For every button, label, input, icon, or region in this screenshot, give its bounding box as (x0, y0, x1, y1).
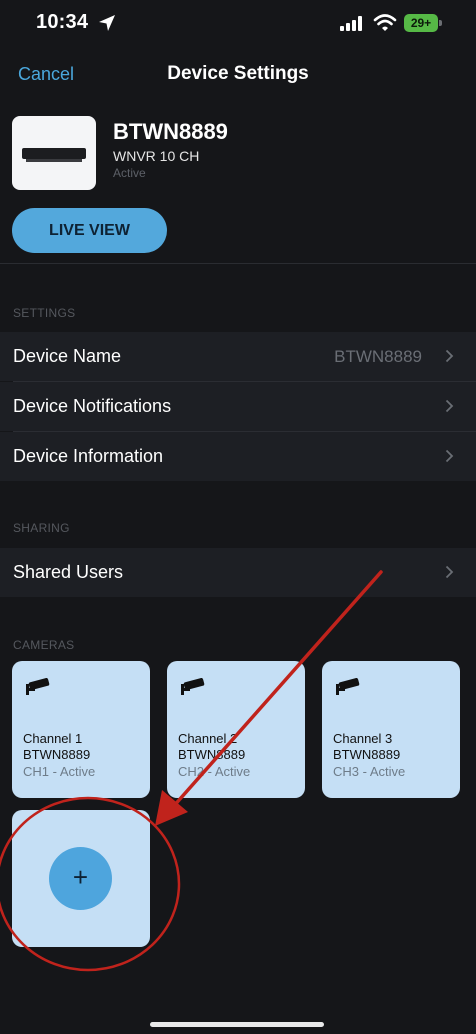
row-value: BTWN8889 (334, 347, 422, 366)
chevron-right-icon (445, 349, 454, 363)
battery-indicator: 29+ (404, 14, 442, 32)
device-name: BTWN8889 (113, 119, 228, 144)
home-indicator (150, 1022, 324, 1027)
camera-card-channel-3[interactable]: Channel 3 BTWN8889 CH3 - Active (322, 661, 460, 798)
divider (0, 263, 476, 264)
camera-device-name: BTWN8889 (23, 747, 91, 762)
cameras-section-header: CAMERAS (13, 638, 75, 652)
device-notifications-row[interactable]: Device Notifications (0, 382, 476, 431)
row-label: Shared Users (13, 562, 124, 582)
row-label: Device Notifications (13, 396, 172, 416)
camera-status: CH2 - Active (178, 764, 251, 779)
chevron-right-icon (445, 449, 454, 463)
settings-section-header: SETTINGS (13, 306, 76, 320)
camera-status: CH3 - Active (333, 764, 406, 779)
shared-users-row[interactable]: Shared Users (0, 548, 476, 597)
cellular-signal-icon (340, 16, 362, 31)
camera-card-channel-2[interactable]: Channel 2 BTWN8889 CH2 - Active (167, 661, 305, 798)
device-thumbnail (12, 116, 96, 190)
device-name-row[interactable]: Device Name BTWN8889 (0, 332, 476, 381)
cancel-button[interactable]: Cancel (18, 64, 74, 85)
nvr-device-image (22, 148, 86, 162)
camera-channel-name: Channel 3 (333, 731, 393, 746)
chevron-right-icon (445, 399, 454, 413)
camera-device-name: BTWN8889 (333, 747, 401, 762)
chevron-right-icon (445, 565, 454, 579)
camera-channel-name: Channel 2 (178, 731, 238, 746)
sharing-section-header: SHARING (13, 521, 70, 535)
row-label: Device Name (13, 346, 122, 366)
row-label: Device Information (13, 446, 164, 466)
camera-device-name: BTWN8889 (178, 747, 246, 762)
device-status: Active (113, 166, 146, 180)
camera-card-channel-1[interactable]: Channel 1 BTWN8889 CH1 - Active (12, 661, 150, 798)
live-view-button[interactable]: LIVE VIEW (12, 208, 167, 253)
security-camera-icon (336, 678, 360, 695)
wifi-icon (373, 14, 397, 31)
security-camera-icon (181, 678, 205, 695)
add-camera-card[interactable]: + (12, 810, 150, 947)
device-information-row[interactable]: Device Information (0, 432, 476, 481)
location-arrow-icon (99, 15, 115, 31)
camera-channel-name: Channel 1 (23, 731, 83, 746)
camera-status: CH1 - Active (23, 764, 96, 779)
device-model: WNVR 10 CH (113, 148, 200, 164)
security-camera-icon (26, 678, 50, 695)
status-time: 10:34 (36, 11, 89, 33)
add-camera-button[interactable]: + (49, 847, 112, 910)
